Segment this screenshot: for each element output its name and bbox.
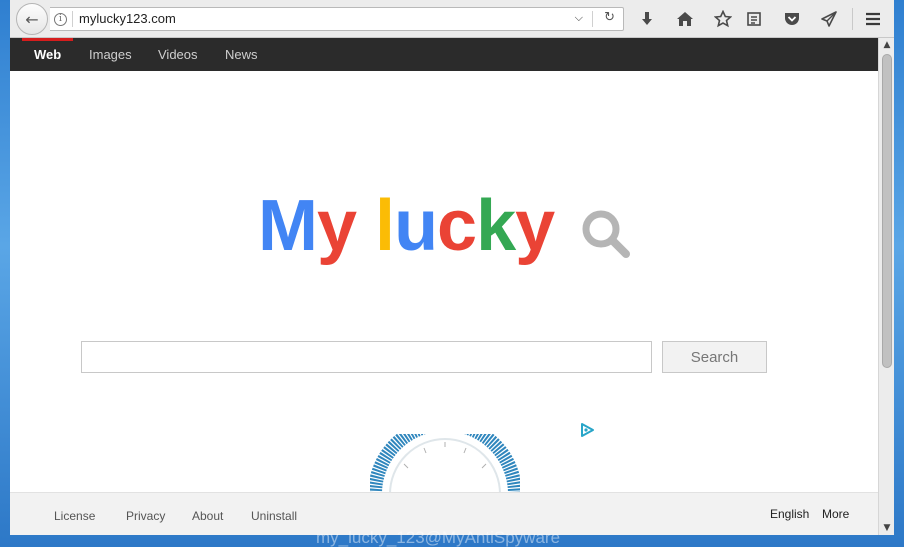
scroll-down-icon[interactable]: ▼ [879, 521, 895, 535]
url-divider [592, 11, 593, 27]
magnifier-icon [582, 210, 630, 258]
web-page: Web Images Videos News My lucky Search L… [10, 38, 878, 535]
back-arrow-icon: ← [25, 9, 39, 29]
nav-tab-images[interactable]: Images [89, 38, 132, 71]
download-icon[interactable] [636, 8, 658, 30]
info-icon[interactable]: i [54, 13, 67, 26]
reading-list-icon[interactable] [743, 8, 765, 30]
watermark-text: my_lucky_123@MyAntiSpyware [316, 528, 561, 547]
toolbar-divider [852, 8, 853, 30]
nav-tab-web[interactable]: Web [21, 38, 74, 71]
logo-letter: y [316, 186, 357, 266]
search-input[interactable] [81, 341, 652, 373]
bookmark-star-icon[interactable] [712, 8, 734, 30]
logo-letter: M [258, 186, 318, 266]
top-navbar: Web Images Videos News [10, 38, 878, 71]
pocket-icon[interactable] [781, 8, 803, 30]
more-link[interactable]: More [822, 507, 849, 521]
logo-letter: y [515, 186, 555, 266]
url-bar[interactable]: i mylucky123.com ⌵ ↻ [50, 7, 624, 31]
ad-banner-gauge[interactable] [370, 434, 520, 494]
dropdown-icon[interactable]: ⌵ [575, 11, 583, 25]
scroll-thumb[interactable] [882, 54, 892, 368]
vertical-scrollbar[interactable]: ▲ ▼ [878, 38, 894, 535]
logo-letter: c [437, 186, 477, 266]
reload-icon[interactable]: ↻ [604, 10, 615, 25]
browser-toolbar: ← i mylucky123.com ⌵ ↻ [10, 0, 894, 38]
site-logo: My lucky [258, 186, 555, 266]
scroll-up-icon[interactable]: ▲ [879, 38, 895, 52]
language-link[interactable]: English [770, 507, 809, 521]
logo-letter: u [394, 186, 438, 266]
logo-letter: l [375, 186, 395, 266]
send-icon[interactable] [818, 8, 840, 30]
search-button[interactable]: Search [662, 341, 767, 373]
menu-icon[interactable] [862, 8, 884, 30]
nav-tab-news[interactable]: News [225, 38, 258, 71]
logo-letter: k [476, 186, 516, 266]
url-divider [72, 11, 73, 27]
logo-letter [356, 186, 375, 266]
back-button[interactable]: ← [16, 3, 48, 35]
nav-tab-videos[interactable]: Videos [158, 38, 198, 71]
footer-link-privacy[interactable]: Privacy [126, 509, 165, 523]
url-text[interactable]: mylucky123.com [79, 11, 176, 26]
ad-choices-icon[interactable] [579, 422, 595, 438]
footer-link-license[interactable]: License [54, 509, 95, 523]
footer-link-uninstall[interactable]: Uninstall [251, 509, 297, 523]
footer-link-about[interactable]: About [192, 509, 223, 523]
home-icon[interactable] [674, 8, 696, 30]
